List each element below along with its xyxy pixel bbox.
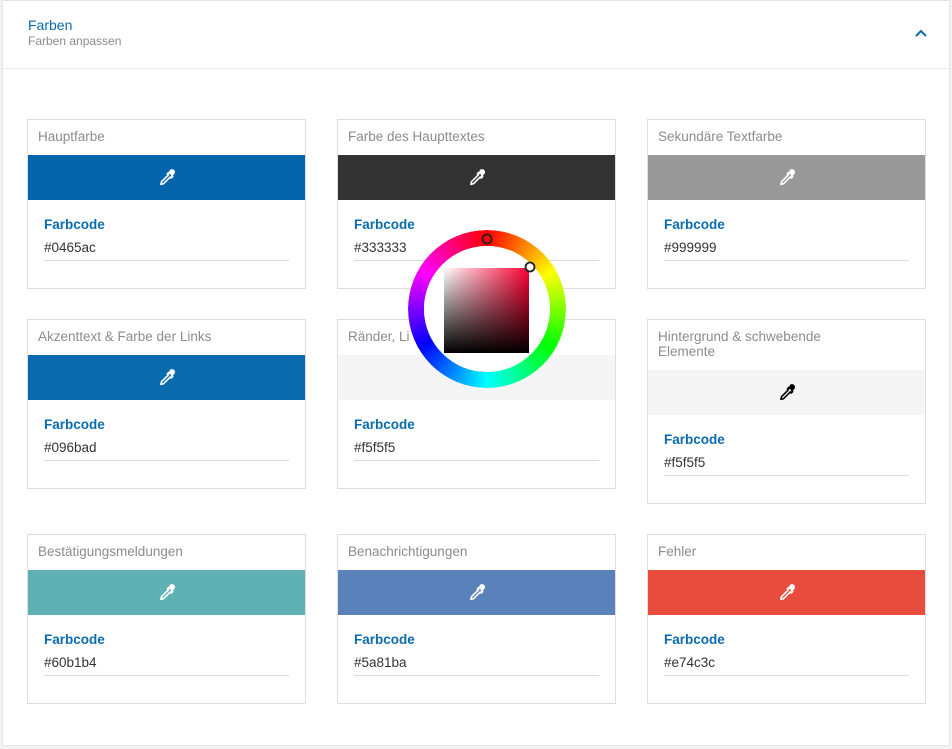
eyedropper-icon bbox=[467, 168, 487, 188]
color-swatch-button[interactable] bbox=[338, 570, 615, 615]
eyedropper-icon bbox=[157, 168, 177, 188]
card-title: Fehler bbox=[658, 544, 697, 559]
color-swatch-button[interactable] bbox=[648, 370, 925, 415]
color-swatch-button[interactable] bbox=[648, 570, 925, 615]
farbcode-input[interactable]: #0465ac bbox=[44, 240, 289, 261]
farbcode-label: Farbcode bbox=[354, 632, 415, 647]
farbcode-label: Farbcode bbox=[664, 432, 725, 447]
eyedropper-icon bbox=[467, 583, 487, 603]
eyedropper-icon bbox=[777, 383, 797, 403]
eyedropper-icon bbox=[777, 583, 797, 603]
color-card: Bestätigungsmeldungen Farbcode #60b1b4 bbox=[27, 534, 306, 704]
farbcode-label: Farbcode bbox=[664, 217, 725, 232]
color-swatch-button[interactable] bbox=[28, 355, 305, 400]
card-title: Hauptfarbe bbox=[38, 129, 105, 144]
card-title: Benachrichtigungen bbox=[348, 544, 468, 559]
card-title: Sekundäre Textfarbe bbox=[658, 129, 783, 144]
color-card: Sekundäre Textfarbe Farbcode #999999 bbox=[647, 119, 926, 289]
farbcode-label: Farbcode bbox=[354, 217, 415, 232]
color-swatch-button[interactable] bbox=[28, 570, 305, 615]
saturation-value-square[interactable] bbox=[444, 268, 529, 353]
eyedropper-icon bbox=[157, 368, 177, 388]
card-title: Hintergrund & schwebende Elemente bbox=[658, 329, 821, 359]
panel-header[interactable]: Farben Farben anpassen bbox=[3, 1, 949, 69]
farbcode-input[interactable]: #60b1b4 bbox=[44, 655, 289, 676]
card-title: Farbe des Haupttextes bbox=[348, 129, 485, 144]
color-card: Hauptfarbe Farbcode #0465ac bbox=[27, 119, 306, 289]
farbcode-label: Farbcode bbox=[354, 417, 415, 432]
color-picker-popover[interactable] bbox=[408, 230, 566, 388]
panel-title: Farben bbox=[28, 17, 73, 33]
card-title: Akzenttext & Farbe der Links bbox=[38, 329, 212, 344]
color-wheel[interactable] bbox=[408, 230, 566, 388]
eyedropper-icon bbox=[157, 583, 177, 603]
farbcode-label: Farbcode bbox=[44, 417, 105, 432]
farbcode-input[interactable]: #f5f5f5 bbox=[664, 455, 909, 476]
color-card: Benachrichtigungen Farbcode #5a81ba bbox=[337, 534, 616, 704]
color-swatch-button[interactable] bbox=[28, 155, 305, 200]
farbcode-input[interactable]: #f5f5f5 bbox=[354, 440, 599, 461]
farbcode-input[interactable]: #096bad bbox=[44, 440, 289, 461]
farbcode-input[interactable]: #999999 bbox=[664, 240, 909, 261]
farbcode-input[interactable]: #e74c3c bbox=[664, 655, 909, 676]
farbcode-label: Farbcode bbox=[664, 632, 725, 647]
eyedropper-icon bbox=[777, 168, 797, 188]
card-title: Bestätigungsmeldungen bbox=[38, 544, 183, 559]
color-card: Fehler Farbcode #e74c3c bbox=[647, 534, 926, 704]
sv-handle[interactable] bbox=[524, 261, 536, 273]
color-swatch-button[interactable] bbox=[648, 155, 925, 200]
color-card: Akzenttext & Farbe der Links Farbcode #096… bbox=[27, 319, 306, 489]
panel-subtitle: Farben anpassen bbox=[28, 34, 122, 48]
chevron-up-icon bbox=[915, 29, 927, 37]
farbcode-input[interactable]: #5a81ba bbox=[354, 655, 599, 676]
collapse-button[interactable] bbox=[911, 23, 931, 43]
farbcode-label: Farbcode bbox=[44, 217, 105, 232]
color-card: Hintergrund & schwebende Elemente Farbcod… bbox=[647, 319, 926, 504]
color-swatch-button[interactable] bbox=[338, 155, 615, 200]
farbcode-label: Farbcode bbox=[44, 632, 105, 647]
